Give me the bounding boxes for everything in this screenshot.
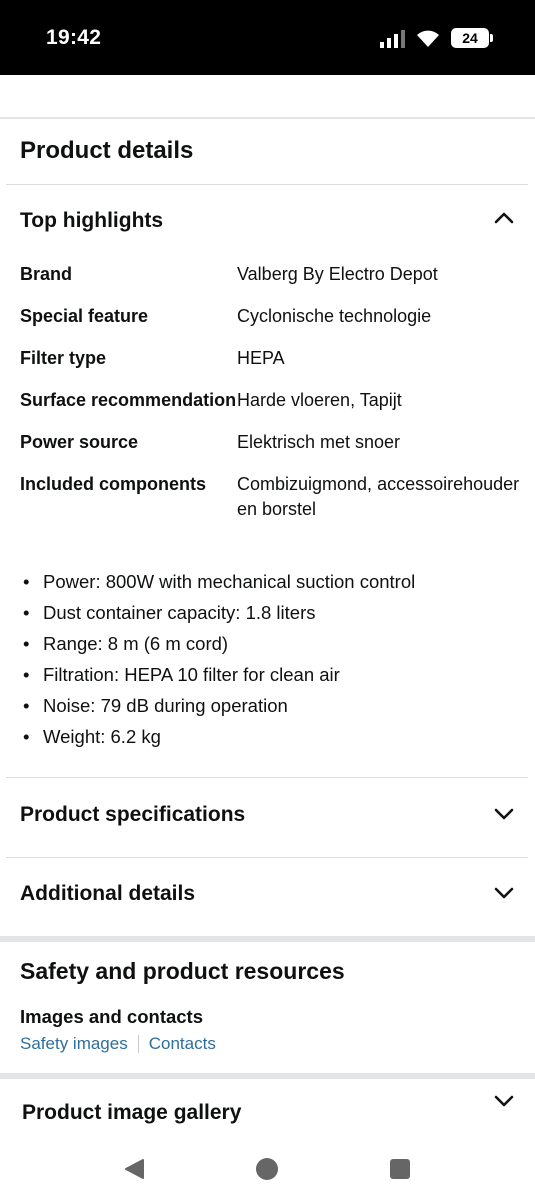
bullet-icon: • <box>23 633 30 654</box>
bullet-icon: • <box>23 571 30 592</box>
safety-links: Safety images Contacts <box>20 1034 216 1054</box>
spec-value: Combizuigmond, accessoirehouder en borst… <box>237 474 520 519</box>
divider <box>6 777 528 778</box>
list-item: • Range: 8 m (6 m cord) <box>20 631 525 662</box>
list-item: • Noise: 79 dB during operation <box>20 693 525 724</box>
spec-row-power-source: Power source Elektrisch met snoer <box>20 430 520 455</box>
bullet-icon: • <box>23 602 30 623</box>
spec-key: Filter type <box>20 348 107 368</box>
highlights-table: Brand Valberg By Electro Depot Special f… <box>20 262 520 539</box>
spec-row-filter-type: Filter type HEPA <box>20 346 520 371</box>
status-icons: 24 <box>379 25 493 51</box>
bullet-icon: • <box>23 664 30 685</box>
feature-bullets: • Power: 800W with mechanical suction con… <box>20 569 525 755</box>
section-separator <box>0 936 535 942</box>
battery-level: 24 <box>462 30 478 46</box>
spec-key: Brand <box>20 264 73 284</box>
list-item: • Dust container capacity: 1.8 liters <box>20 600 525 631</box>
battery-icon: 24 <box>451 28 493 48</box>
bullet-icon: • <box>23 695 30 716</box>
chevron-down-icon[interactable] <box>493 1090 515 1112</box>
status-time: 19:42 <box>46 26 102 49</box>
spec-key: Surface recommendation <box>20 390 237 410</box>
spec-row-brand: Brand Valberg By Electro Depot <box>20 262 520 287</box>
spec-key: Power source <box>20 432 139 452</box>
images-contacts-heading: Images and contacts <box>20 1006 204 1027</box>
spec-value: Elektrisch met snoer <box>237 432 401 452</box>
bullet-text: Filtration: HEPA 10 filter for clean air <box>43 664 340 685</box>
chevron-down-icon[interactable] <box>493 882 515 904</box>
spec-row-special-feature: Special feature Cyclonische technologie <box>20 304 520 329</box>
list-item: • Filtration: HEPA 10 filter for clean ai… <box>20 662 525 693</box>
recents-icon[interactable] <box>390 1159 410 1179</box>
bullet-text: Weight: 6.2 kg <box>43 726 161 747</box>
bullet-text: Dust container capacity: 1.8 liters <box>43 602 316 623</box>
bullet-text: Noise: 79 dB during operation <box>43 695 288 716</box>
spec-value: Harde vloeren, Tapijt <box>237 390 402 410</box>
bullet-text: Range: 8 m (6 m cord) <box>43 633 229 654</box>
product-specifications-header[interactable]: Product specifications <box>20 803 245 827</box>
list-item: • Weight: 6.2 kg <box>20 724 525 755</box>
chevron-down-icon[interactable] <box>493 803 515 825</box>
bullet-icon: • <box>23 726 30 747</box>
signal-icon <box>380 30 405 48</box>
spec-key: Included components <box>20 474 207 494</box>
spec-value: Cyclonische technologie <box>237 306 432 326</box>
spec-row-included-components: Included components Combizuigmond, acces… <box>20 472 520 522</box>
additional-details-header[interactable]: Additional details <box>20 882 195 906</box>
top-highlights-header[interactable]: Top highlights <box>20 209 163 233</box>
spec-value: Valberg By Electro Depot <box>237 264 438 284</box>
back-icon[interactable] <box>123 1158 145 1180</box>
contacts-link[interactable]: Contacts <box>149 1034 216 1054</box>
spec-value: HEPA <box>237 348 285 368</box>
link-separator <box>137 1035 139 1053</box>
wifi-icon <box>417 30 439 47</box>
safety-resources-title: Safety and product resources <box>20 958 345 984</box>
divider <box>0 117 535 119</box>
spec-row-surface-recommendation: Surface recommendation Harde vloeren, Ta… <box>20 388 520 413</box>
divider <box>6 857 528 858</box>
list-item: • Power: 800W with mechanical suction con… <box>20 569 525 600</box>
product-image-gallery-header[interactable]: Product image gallery <box>22 1101 241 1125</box>
section-separator <box>0 1073 535 1079</box>
product-details-title: Product details <box>20 137 194 164</box>
home-icon[interactable] <box>256 1158 278 1180</box>
spec-key: Special feature <box>20 306 149 326</box>
bullet-text: Power: 800W with mechanical suction cont… <box>43 571 416 592</box>
status-bar: 19:42 24 <box>0 0 535 75</box>
chevron-up-icon[interactable] <box>493 207 515 229</box>
divider <box>6 184 528 185</box>
safety-images-link[interactable]: Safety images <box>20 1034 128 1054</box>
